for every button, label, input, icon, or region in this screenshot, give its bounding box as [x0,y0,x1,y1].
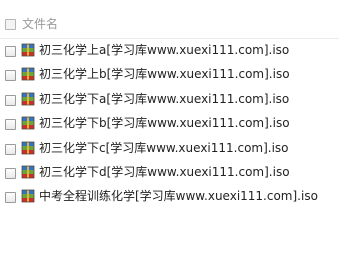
row-checkbox[interactable] [5,94,16,106]
iso-archive-icon [21,43,35,57]
row-checkbox[interactable] [5,192,16,204]
file-name[interactable]: 中考全程训练化学[学习库www.xuexi111.com].iso [39,189,318,203]
list-item[interactable]: 初三化学下c[学习库www.xuexi111.com].iso [0,136,339,160]
file-name[interactable]: 初三化学下b[学习库www.xuexi111.com].iso [39,116,290,130]
iso-archive-icon [21,116,35,130]
list-item[interactable]: 初三化学下b[学习库www.xuexi111.com].iso [0,111,339,135]
select-all-checkbox[interactable] [5,19,16,30]
file-name[interactable]: 初三化学下a[学习库www.xuexi111.com].iso [39,92,289,106]
list-item[interactable]: 中考全程训练化学[学习库www.xuexi111.com].iso [0,184,339,208]
file-name[interactable]: 初三化学上b[学习库www.xuexi111.com].iso [39,67,290,81]
list-item[interactable]: 初三化学上b[学习库www.xuexi111.com].iso [0,62,339,86]
iso-archive-icon [21,165,35,179]
row-checkbox[interactable] [5,143,16,155]
iso-archive-icon [21,141,35,154]
iso-archive-icon [21,92,35,106]
file-name[interactable]: 初三化学下d[学习库www.xuexi111.com].iso [39,165,290,179]
iso-archive-icon [21,67,35,81]
iso-archive-icon [21,189,35,203]
file-list: 初三化学上a[学习库www.xuexi111.com].iso 初三化学上b[学… [0,38,339,209]
file-name[interactable]: 初三化学上a[学习库www.xuexi111.com].iso [39,43,289,57]
row-checkbox[interactable] [5,167,16,179]
row-checkbox[interactable] [5,70,16,82]
file-name[interactable]: 初三化学下c[学习库www.xuexi111.com].iso [39,141,289,155]
list-item[interactable]: 初三化学下a[学习库www.xuexi111.com].iso [0,87,339,111]
list-item[interactable]: 初三化学下d[学习库www.xuexi111.com].iso [0,160,339,184]
row-checkbox[interactable] [5,119,16,131]
row-checkbox[interactable] [5,46,16,57]
list-item[interactable]: 初三化学上a[学习库www.xuexi111.com].iso [0,38,339,62]
file-list-header: 文件名 [0,10,339,39]
column-header-filename[interactable]: 文件名 [22,17,58,31]
